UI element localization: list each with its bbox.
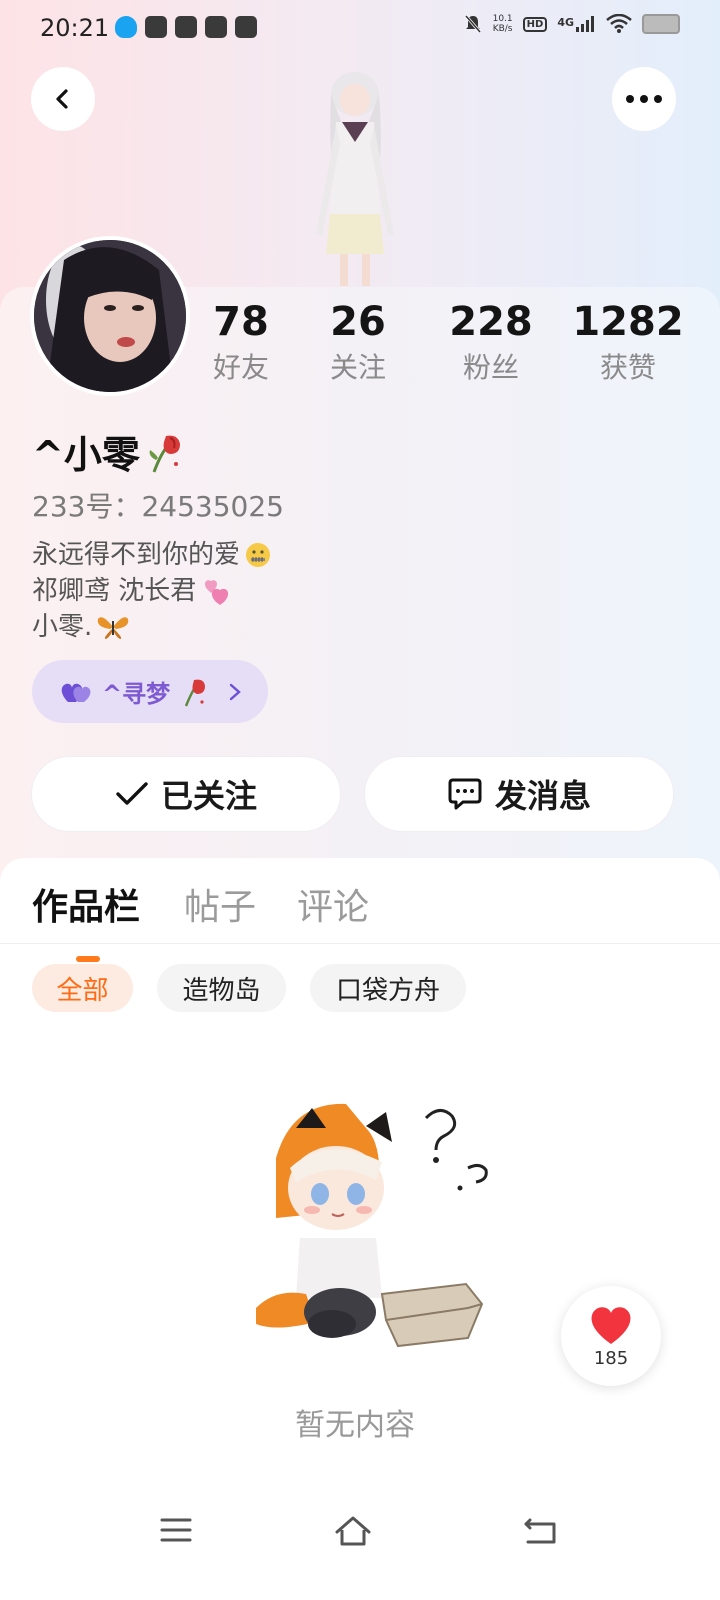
status-time: 20:21 (40, 14, 110, 42)
net-speed-unit: KB/s (492, 24, 513, 34)
bio-line: 祁卿鸢 沈长君 (32, 573, 272, 609)
net-speed-value: 10.1 (492, 14, 513, 24)
user-id[interactable]: 233号：24535025 (32, 485, 284, 525)
stat-label: 粉丝 (462, 351, 519, 384)
tabs-divider (0, 943, 720, 944)
home-icon[interactable] (333, 1510, 373, 1550)
cp-link-chip[interactable]: ^寻梦 (32, 660, 268, 723)
bio-line-text: 永远得不到你的爱 (32, 540, 241, 570)
followed-label: 已关注 (160, 777, 257, 815)
stat-friends[interactable]: 78 好友 (176, 296, 306, 388)
bio-line: 永远得不到你的爱 (32, 537, 272, 573)
notification-icons (115, 16, 257, 38)
qq-icon (115, 16, 137, 38)
active-tab-indicator (76, 956, 100, 962)
fan-app-icon (235, 16, 257, 38)
chevron-left-icon (56, 89, 68, 109)
followed-button[interactable]: 已关注 (31, 756, 341, 832)
stat-followers[interactable]: 228 粉丝 (426, 296, 556, 388)
like-count: 185 (593, 1347, 629, 1369)
menu-icon[interactable] (156, 1510, 196, 1550)
bio-line-text: 小零. (32, 612, 93, 642)
uid-value: 24535025 (141, 490, 284, 523)
cp-chip-label: ^寻梦 (102, 680, 171, 708)
tab-works[interactable]: 作品栏 (32, 878, 140, 930)
send-message-label: 发消息 (494, 777, 591, 815)
mail-app-icon (205, 16, 227, 38)
stat-value: 228 (449, 299, 533, 345)
video-app-icon (145, 16, 167, 38)
net-speed: 10.1 KB/s (493, 14, 513, 34)
wilted-rose-icon (149, 435, 180, 473)
butterfly-icon (98, 617, 129, 639)
bio-line: 小零. (32, 609, 272, 645)
heart-icon (591, 1306, 631, 1344)
mute-bell-icon (464, 15, 481, 33)
tab-comments[interactable]: 评论 (297, 878, 369, 930)
status-bar: 20:21 10.1 KB/s HD 4G (0, 0, 720, 56)
zipper-mouth-emoji-icon (246, 543, 271, 567)
checkmark-icon (116, 782, 148, 805)
profile-stats: 78 好友 26 关注 228 粉丝 1282 获赞 (0, 296, 720, 396)
wifi-icon (606, 14, 632, 33)
content-tabs: 作品栏 帖子 评论 (0, 878, 720, 962)
stat-value: 26 (330, 299, 386, 345)
robot-app-icon (175, 16, 197, 38)
avatar-character-figure (316, 72, 394, 286)
signal-bars-icon (576, 16, 594, 32)
stat-label: 好友 (212, 351, 269, 384)
stat-following[interactable]: 26 关注 (293, 296, 423, 388)
stat-label: 获赞 (599, 351, 656, 384)
stat-value: 1282 (572, 299, 684, 345)
bio-line-text: 祁卿鸢 沈长君 (32, 576, 197, 606)
nickname-text: ^小零 (32, 433, 140, 477)
double-heart-icon (61, 683, 91, 702)
battery-icon (642, 14, 680, 34)
chat-bubble-icon (448, 778, 482, 810)
two-hearts-icon (205, 580, 229, 605)
content-section: 作品栏 帖子 评论 全部 造物岛 口袋方舟 暂无内容 (0, 858, 720, 1600)
filter-chip-pocket-ark[interactable]: 口袋方舟 (310, 964, 466, 1012)
bio: 永远得不到你的爱 祁卿鸢 沈长君 小零. (32, 537, 272, 645)
chevron-right-icon (229, 683, 241, 700)
empty-state-illustration (256, 1103, 488, 1348)
system-icons: 10.1 KB/s HD 4G (463, 14, 680, 34)
system-navigation-bar (0, 1490, 720, 1570)
like-floating-button[interactable]: 185 (561, 1286, 661, 1386)
stat-label: 关注 (329, 351, 386, 384)
send-message-button[interactable]: 发消息 (364, 756, 674, 832)
hd-badge: HD (522, 16, 548, 32)
back-button[interactable] (31, 67, 95, 131)
more-options-button[interactable] (612, 67, 676, 131)
tab-posts[interactable]: 帖子 (184, 878, 256, 930)
back-nav-icon[interactable] (520, 1510, 560, 1550)
wilted-rose-icon (184, 679, 206, 706)
filter-chip-creation-island[interactable]: 造物岛 (157, 964, 286, 1012)
empty-state-text: 暂无内容 (295, 1408, 415, 1443)
signal-indicator: 4G (557, 16, 596, 32)
stat-likes[interactable]: 1282 获赞 (563, 296, 693, 388)
more-dots-icon (626, 95, 662, 103)
filter-chip-all[interactable]: 全部 (32, 964, 133, 1012)
uid-label: 233号： (32, 490, 142, 523)
stat-value: 78 (213, 299, 269, 345)
network-type: 4G (557, 16, 574, 29)
nickname: ^小零 (32, 424, 186, 479)
